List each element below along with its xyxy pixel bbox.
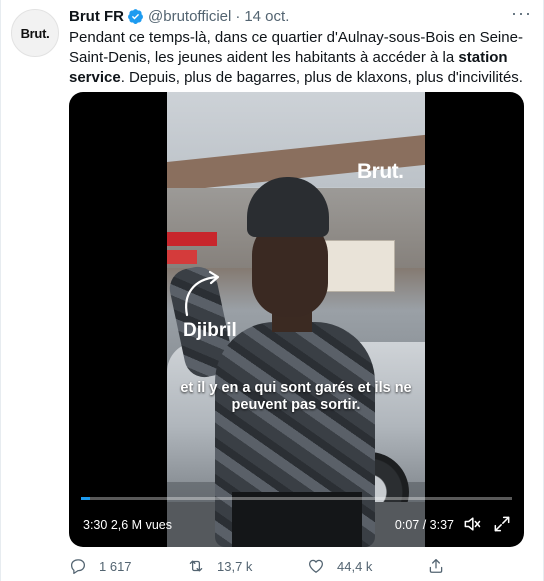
video-caption: et il y en a qui sont garés et ils ne pe…	[180, 380, 412, 413]
author-handle[interactable]: @brutofficiel	[148, 8, 231, 25]
tweet-date[interactable]: 14 oct.	[244, 8, 289, 25]
avatar[interactable]: Brut.	[11, 9, 59, 57]
video-timer: 0:07 / 3:37	[394, 518, 454, 532]
mute-icon[interactable]	[462, 514, 482, 534]
heart-icon	[308, 559, 324, 573]
curved-arrow-icon	[185, 270, 220, 317]
avatar-logo-text: Brut.	[20, 25, 50, 41]
video-elapsed: 3:30	[83, 518, 108, 532]
tweet-header: Brut FR @brutofficiel · 14 oct.	[69, 6, 289, 26]
video-views: 3:30 2,6 M vues	[83, 518, 172, 532]
retweet-button[interactable]: 13,7 k	[187, 557, 252, 575]
fullscreen-icon[interactable]	[492, 514, 512, 534]
tweet-card[interactable]: Brut. Brut FR @brutofficiel · 14 oct. ··…	[0, 0, 544, 581]
video-view-count: 2,6 M vues	[110, 518, 172, 532]
tweet-text-part1: Pendant ce temps-là, dans ce quartier d'…	[69, 29, 523, 66]
reply-icon	[70, 559, 86, 574]
video-frame[interactable]: Brut. Djibril et il y en a qui sont garé…	[167, 92, 425, 547]
video-scene-sign-2	[167, 250, 197, 264]
video-scene-pants	[232, 492, 362, 547]
video-progress-fill	[81, 497, 90, 500]
video-scene-sign	[167, 232, 217, 246]
separator-dot: ·	[235, 7, 241, 25]
verified-badge-icon	[128, 8, 143, 24]
author-name[interactable]: Brut FR	[69, 8, 124, 25]
tweet-text: Pendant ce temps-là, dans ce quartier d'…	[69, 28, 531, 88]
reply-button[interactable]: 1 617	[69, 557, 132, 575]
tweet-text-part2: . Depuis, plus de bagarres, plus de klax…	[120, 69, 523, 86]
reply-count: 1 617	[99, 558, 132, 574]
more-options-icon[interactable]: ···	[511, 4, 531, 26]
video-progress-bar[interactable]	[81, 497, 512, 500]
share-button[interactable]	[427, 557, 445, 575]
like-count: 44,4 k	[337, 558, 373, 574]
retweet-count: 13,7 k	[217, 558, 253, 574]
video-watermark: Brut.	[357, 160, 404, 183]
retweet-icon	[189, 560, 203, 572]
tweet-actions: 1 617 13,7 k 44,4 k	[69, 557, 529, 577]
share-icon	[429, 558, 443, 573]
video-player[interactable]: Brut. Djibril et il y en a qui sont garé…	[69, 92, 524, 547]
like-button[interactable]: 44,4 k	[307, 557, 372, 575]
video-name-label: Djibril	[183, 320, 237, 341]
